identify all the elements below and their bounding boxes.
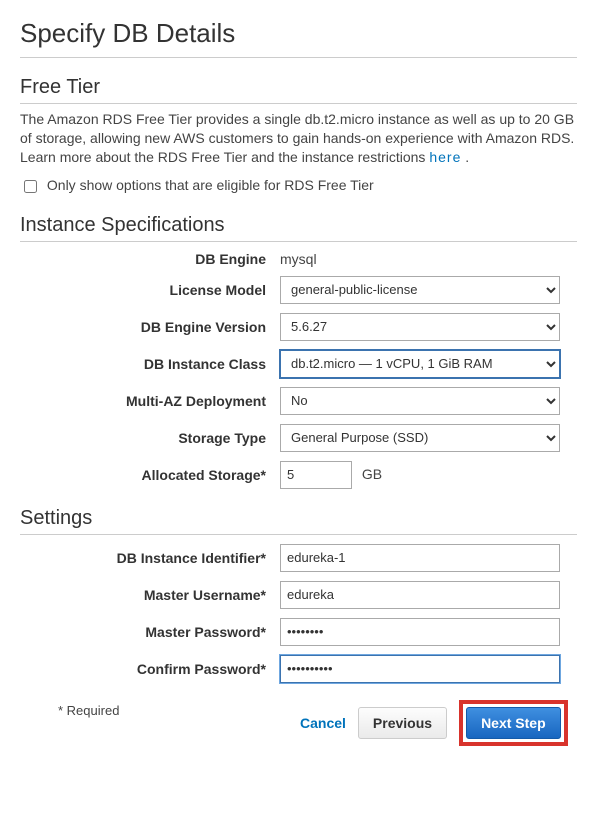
db-engine-version-select[interactable]: 5.6.27 xyxy=(280,313,560,341)
free-tier-description: The Amazon RDS Free Tier provides a sing… xyxy=(20,110,577,167)
free-tier-desc-text: The Amazon RDS Free Tier provides a sing… xyxy=(20,111,574,165)
allocated-storage-unit: GB xyxy=(362,466,382,482)
confirm-password-label: Confirm Password* xyxy=(20,661,280,677)
db-engine-value: mysql xyxy=(280,251,577,267)
settings-heading: Settings xyxy=(20,507,577,535)
db-instance-class-label: DB Instance Class xyxy=(20,356,280,372)
free-tier-checkbox-row[interactable]: Only show options that are eligible for … xyxy=(20,177,374,193)
multi-az-select[interactable]: No xyxy=(280,387,560,415)
license-model-select[interactable]: general-public-license xyxy=(280,276,560,304)
master-username-input[interactable] xyxy=(280,581,560,609)
previous-button[interactable]: Previous xyxy=(358,707,447,739)
storage-type-label: Storage Type xyxy=(20,430,280,446)
next-step-highlight: Next Step xyxy=(459,700,568,746)
cancel-button[interactable]: Cancel xyxy=(300,715,346,731)
confirm-password-input[interactable] xyxy=(280,655,560,683)
master-username-label: Master Username* xyxy=(20,587,280,603)
allocated-storage-label: Allocated Storage* xyxy=(20,467,280,483)
page-title: Specify DB Details xyxy=(20,18,577,58)
instance-spec-heading: Instance Specifications xyxy=(20,214,577,242)
db-engine-version-label: DB Engine Version xyxy=(20,319,280,335)
storage-type-select[interactable]: General Purpose (SSD) xyxy=(280,424,560,452)
db-identifier-input[interactable] xyxy=(280,544,560,572)
db-instance-class-select[interactable]: db.t2.micro — 1 vCPU, 1 GiB RAM xyxy=(280,350,560,378)
db-engine-label: DB Engine xyxy=(20,251,280,267)
multi-az-label: Multi-AZ Deployment xyxy=(20,393,280,409)
master-password-input[interactable] xyxy=(280,618,560,646)
allocated-storage-input[interactable] xyxy=(280,461,352,489)
free-tier-here-link[interactable]: here xyxy=(429,149,461,165)
free-tier-heading: Free Tier xyxy=(20,76,577,104)
db-identifier-label: DB Instance Identifier* xyxy=(20,550,280,566)
free-tier-checkbox[interactable] xyxy=(24,180,37,193)
free-tier-checkbox-label: Only show options that are eligible for … xyxy=(47,177,374,193)
next-step-button[interactable]: Next Step xyxy=(466,707,561,739)
master-password-label: Master Password* xyxy=(20,624,280,640)
license-model-label: License Model xyxy=(20,282,280,298)
